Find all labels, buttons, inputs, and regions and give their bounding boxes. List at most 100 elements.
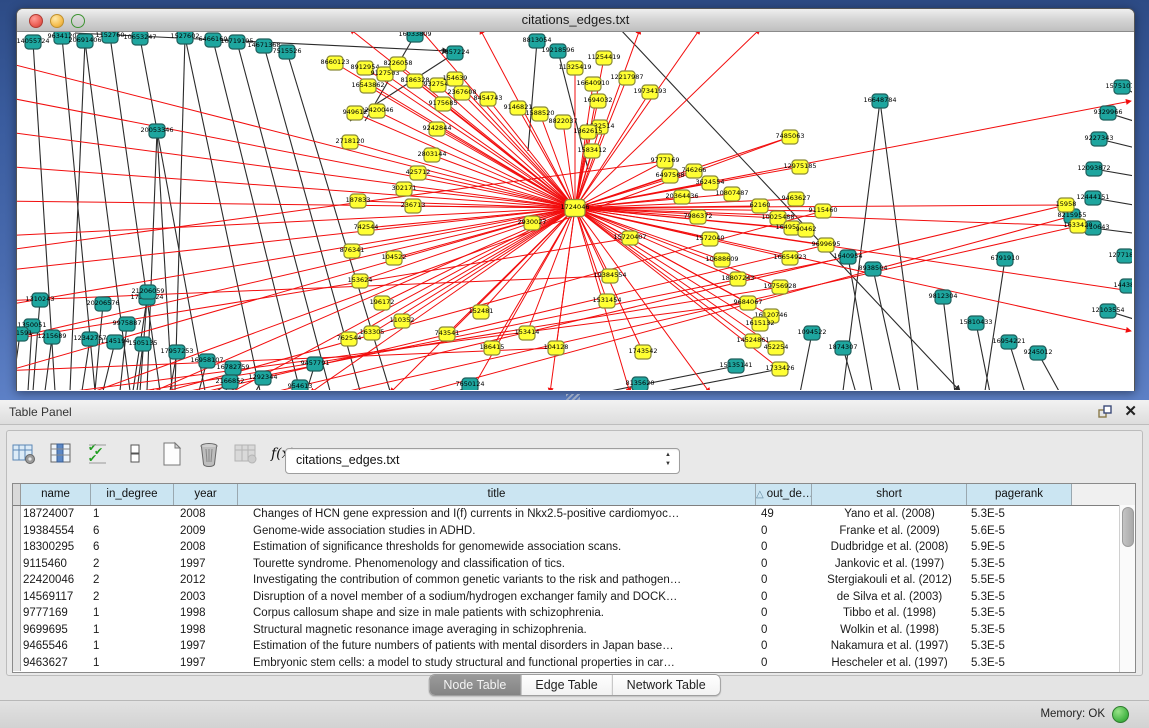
cell-name[interactable]: 14569117	[21, 589, 91, 606]
cell-title[interactable]: Estimation of the future numbers of pati…	[238, 638, 756, 655]
cell-title[interactable]: Estimation of significance thresholds fo…	[238, 539, 756, 556]
table-row[interactable]: 1872400712008Changes of HCN gene express…	[13, 506, 1135, 523]
cell-year[interactable]: 2008	[174, 506, 238, 523]
cell-name[interactable]: 9699695	[21, 622, 91, 639]
cell-pagerank[interactable]: 5.3E-5	[967, 589, 1072, 606]
cell-short[interactable]: Wolkin et al. (1998)	[812, 622, 967, 639]
table-row[interactable]: 977716911998Corpus callosum shape and si…	[13, 605, 1135, 622]
cell-pagerank[interactable]: 5.3E-5	[967, 605, 1072, 622]
cell-name[interactable]: 9463627	[21, 655, 91, 672]
table-scrollbar-thumb[interactable]	[1122, 507, 1134, 547]
float-panel-icon[interactable]	[1097, 404, 1113, 420]
column-header-title[interactable]: title	[238, 484, 756, 505]
cell-out_de[interactable]: 0	[756, 572, 812, 589]
new-attribute-icon[interactable]	[158, 440, 186, 468]
cell-title[interactable]: Investigating the contribution of common…	[238, 572, 756, 589]
cell-in_degree[interactable]: 1	[91, 638, 174, 655]
cell-pagerank[interactable]: 5.3E-5	[967, 622, 1072, 639]
cell-in_degree[interactable]: 6	[91, 539, 174, 556]
column-header-name[interactable]: name	[21, 484, 91, 505]
cell-name[interactable]: 22420046	[21, 572, 91, 589]
splitter-handle[interactable]	[566, 394, 580, 400]
cell-out_de[interactable]: 0	[756, 605, 812, 622]
column-header-year[interactable]: year	[174, 484, 238, 505]
cell-year[interactable]: 2008	[174, 539, 238, 556]
cell-short[interactable]: Dudbridge et al. (2008)	[812, 539, 967, 556]
cell-name[interactable]: 9777169	[21, 605, 91, 622]
column-visibility-icon[interactable]	[47, 440, 75, 468]
tab-node-table[interactable]: Node Table	[429, 675, 521, 695]
cell-pagerank[interactable]: 5.9E-5	[967, 539, 1072, 556]
cell-title[interactable]: Tourette syndrome. Phenomenology and cla…	[238, 556, 756, 573]
cell-name[interactable]: 9115460	[21, 556, 91, 573]
cell-pagerank[interactable]: 5.3E-5	[967, 655, 1072, 672]
tab-edge-table[interactable]: Edge Table	[521, 675, 612, 695]
row-selection-icon[interactable]: ✔✔✔	[84, 440, 112, 468]
column-header-pagerank[interactable]: pagerank	[967, 484, 1072, 505]
cell-name[interactable]: 19384554	[21, 523, 91, 540]
cell-name[interactable]: 9465546	[21, 638, 91, 655]
table-row[interactable]: 946554611997Estimation of the future num…	[13, 638, 1135, 655]
cell-pagerank[interactable]: 5.6E-5	[967, 523, 1072, 540]
cell-in_degree[interactable]: 1	[91, 655, 174, 672]
table-row[interactable]: 1456911722003Disruption of a novel membe…	[13, 589, 1135, 606]
column-header-in_degree[interactable]: in_degree	[91, 484, 174, 505]
cell-short[interactable]: Yano et al. (2008)	[812, 506, 967, 523]
cell-in_degree[interactable]: 2	[91, 572, 174, 589]
cell-short[interactable]: Jankovic et al. (1997)	[812, 556, 967, 573]
column-header-out_de[interactable]: △out_de…	[756, 484, 812, 505]
cell-title[interactable]: Structural magnetic resonance image aver…	[238, 622, 756, 639]
cell-year[interactable]: 1997	[174, 655, 238, 672]
cell-short[interactable]: de Silva et al. (2003)	[812, 589, 967, 606]
cell-title[interactable]: Corpus callosum shape and size in male p…	[238, 605, 756, 622]
cell-short[interactable]: Tibbo et al. (1998)	[812, 605, 967, 622]
cell-pagerank[interactable]: 5.3E-5	[967, 506, 1072, 523]
cell-name[interactable]: 18300295	[21, 539, 91, 556]
cell-pagerank[interactable]: 5.3E-5	[967, 638, 1072, 655]
cell-out_de[interactable]: 0	[756, 539, 812, 556]
cell-out_de[interactable]: 0	[756, 655, 812, 672]
cell-in_degree[interactable]: 2	[91, 556, 174, 573]
column-header-short[interactable]: short	[812, 484, 967, 505]
cell-year[interactable]: 1998	[174, 622, 238, 639]
cell-name[interactable]: 18724007	[21, 506, 91, 523]
cell-year[interactable]: 1997	[174, 556, 238, 573]
cell-in_degree[interactable]: 1	[91, 506, 174, 523]
table-scrollbar[interactable]	[1119, 505, 1135, 672]
cell-pagerank[interactable]: 5.3E-5	[967, 556, 1072, 573]
cell-in_degree[interactable]: 1	[91, 605, 174, 622]
row-height-icon[interactable]	[121, 440, 149, 468]
cell-out_de[interactable]: 0	[756, 622, 812, 639]
cell-short[interactable]: Franke et al. (2009)	[812, 523, 967, 540]
cell-year[interactable]: 1998	[174, 605, 238, 622]
network-canvas[interactable]: 1724046293002714055724963412020691406115…	[17, 32, 1132, 390]
cell-title[interactable]: Embryonic stem cells: a model to study s…	[238, 655, 756, 672]
cell-out_de[interactable]: 0	[756, 638, 812, 655]
table-row[interactable]: 1830029562008Estimation of significance …	[13, 539, 1135, 556]
table-row[interactable]: 969969511998Structural magnetic resonanc…	[13, 622, 1135, 639]
cell-in_degree[interactable]: 1	[91, 622, 174, 639]
cell-pagerank[interactable]: 5.5E-5	[967, 572, 1072, 589]
import-table-icon[interactable]	[232, 440, 260, 468]
table-source-select[interactable]: citations_edges.txt ▲▼	[285, 448, 680, 474]
window-titlebar[interactable]: citations_edges.txt	[17, 9, 1134, 32]
cell-short[interactable]: Stergiakouli et al. (2012)	[812, 572, 967, 589]
cell-year[interactable]: 2012	[174, 572, 238, 589]
cell-title[interactable]: Disruption of a novel member of a sodium…	[238, 589, 756, 606]
table-row[interactable]: 1938455462009Genome-wide association stu…	[13, 523, 1135, 540]
cell-short[interactable]: Nakamura et al. (1997)	[812, 638, 967, 655]
delete-attribute-icon[interactable]	[195, 440, 223, 468]
cell-year[interactable]: 1997	[174, 638, 238, 655]
cell-out_de[interactable]: 0	[756, 523, 812, 540]
cell-out_de[interactable]: 0	[756, 556, 812, 573]
cell-title[interactable]: Changes of HCN gene expression and I(f) …	[238, 506, 756, 523]
cell-year[interactable]: 2009	[174, 523, 238, 540]
table-options-icon[interactable]	[10, 440, 38, 468]
cell-out_de[interactable]: 49	[756, 506, 812, 523]
table-row[interactable]: 911546021997Tourette syndrome. Phenomeno…	[13, 556, 1135, 573]
cell-title[interactable]: Genome-wide association studies in ADHD.	[238, 523, 756, 540]
close-panel-icon[interactable]: ✕	[1124, 402, 1137, 420]
cell-in_degree[interactable]: 6	[91, 523, 174, 540]
cell-out_de[interactable]: 0	[756, 589, 812, 606]
cell-year[interactable]: 2003	[174, 589, 238, 606]
